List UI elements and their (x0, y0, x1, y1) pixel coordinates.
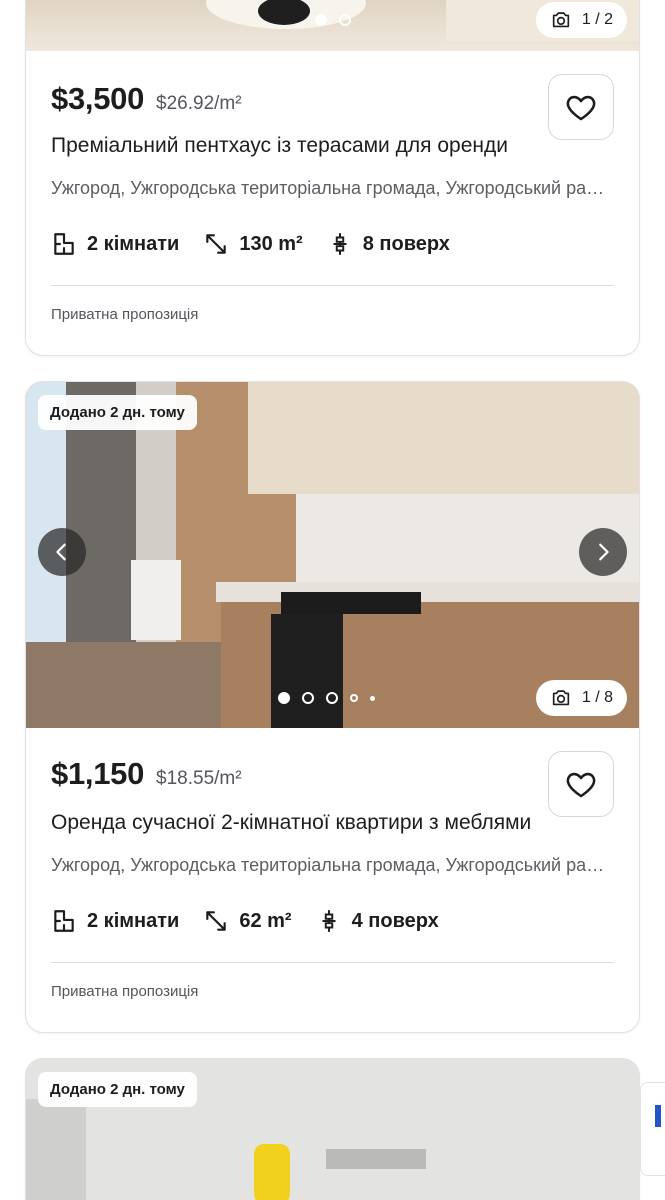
prev-photo-button[interactable] (38, 528, 86, 576)
listing-address: Ужгород, Ужгородська територіальна грома… (51, 855, 611, 875)
new-listing-badge: Додано 2 дн. тому (38, 1072, 197, 1107)
photo-content (26, 382, 639, 728)
side-widget-mark (655, 1105, 661, 1127)
area-fact: 130 m² (203, 231, 303, 257)
listing-card[interactable]: 1 / 2 $3,500 $26.92/m² Преміальний пентх… (25, 0, 640, 356)
photo-dot-active[interactable] (314, 14, 327, 26)
new-listing-badge: Додано 2 дн. тому (38, 395, 197, 430)
listing-card[interactable]: Додано 2 дн. тому 1 / 8 $1,150 $18.55/m²… (25, 381, 640, 1033)
photo-dot-active[interactable] (278, 692, 290, 704)
rooms-fact: 2 кімнати (51, 908, 179, 934)
floor-level-icon (322, 910, 336, 932)
rooms-label: 2 кімнати (87, 909, 180, 932)
area-fact: 62 m² (203, 908, 292, 934)
price-per-m2: $18.55/m² (156, 768, 242, 789)
rooms-fact: 2 кімнати (51, 231, 179, 257)
favorite-button[interactable] (548, 74, 614, 140)
photo-dot[interactable] (350, 694, 358, 702)
seller-type: Приватна пропозиція (51, 983, 199, 1000)
floor-fact: 4 поверх (316, 908, 439, 934)
floorplan-icon (54, 910, 74, 932)
listing-title[interactable]: Преміальний пентхаус із терасами для оре… (51, 134, 614, 158)
listing-body: $3,500 $26.92/m² Преміальний пентхаус із… (26, 51, 639, 323)
listing-photo[interactable]: Додано 2 дн. тому (26, 1059, 639, 1200)
seller-type: Приватна пропозиція (51, 306, 199, 323)
next-photo-button[interactable] (579, 528, 627, 576)
rooms-label: 2 кімнати (87, 232, 180, 255)
photo-dot[interactable] (302, 692, 314, 704)
listing-photo[interactable]: 1 / 2 (26, 0, 639, 51)
listing-facts: 2 кімнати 130 m² 8 поверх (51, 229, 614, 259)
favorite-button[interactable] (548, 751, 614, 817)
price-per-m2: $26.92/m² (156, 93, 242, 114)
camera-icon (552, 12, 570, 28)
listing-facts: 2 кімнати 62 m² 4 поверх (51, 906, 614, 936)
photo-counter-text: 1 / 2 (581, 11, 613, 28)
photo-counter: 1 / 8 (535, 680, 627, 716)
price: $1,150 (51, 756, 145, 791)
photo-counter: 1 / 2 (535, 2, 627, 38)
floor-fact: 8 поверх (327, 231, 450, 257)
photo-dot[interactable] (326, 692, 338, 704)
price-row: $1,150 $18.55/m² (51, 728, 614, 791)
price: $3,500 (51, 81, 145, 116)
listing-card[interactable]: Додано 2 дн. тому (25, 1058, 640, 1200)
floor-label: 4 поверх (351, 909, 439, 932)
listing-title[interactable]: Оренда сучасної 2-кімнатної квартири з м… (51, 811, 614, 835)
photo-dot[interactable] (370, 695, 375, 701)
area-label: 130 m² (239, 232, 303, 255)
area-diagonal-icon (206, 911, 227, 931)
floor-label: 8 поверх (362, 232, 450, 255)
area-diagonal-icon (206, 234, 227, 254)
photo-dot[interactable] (338, 14, 351, 26)
photo-dots (66, 692, 596, 704)
area-label: 62 m² (239, 909, 292, 932)
photo-counter-text: 1 / 8 (581, 689, 613, 706)
heart-icon (566, 95, 596, 121)
listing-photo[interactable]: Додано 2 дн. тому 1 / 8 (26, 382, 639, 728)
divider (51, 285, 614, 286)
heart-icon (566, 772, 596, 798)
listing-feed: 1 / 2 $3,500 $26.92/m² Преміальний пентх… (0, 0, 665, 1200)
floor-level-icon (333, 233, 347, 255)
side-widget[interactable] (640, 1082, 665, 1176)
floorplan-icon (54, 233, 74, 255)
price-row: $3,500 $26.92/m² (51, 51, 614, 116)
camera-icon (552, 690, 570, 706)
divider (51, 962, 614, 963)
chevron-right-icon (599, 543, 609, 561)
listing-address: Ужгород, Ужгородська територіальна грома… (51, 178, 611, 198)
listing-body: $1,150 $18.55/m² Оренда сучасної 2-кімна… (26, 728, 639, 1000)
chevron-left-icon (56, 543, 66, 561)
